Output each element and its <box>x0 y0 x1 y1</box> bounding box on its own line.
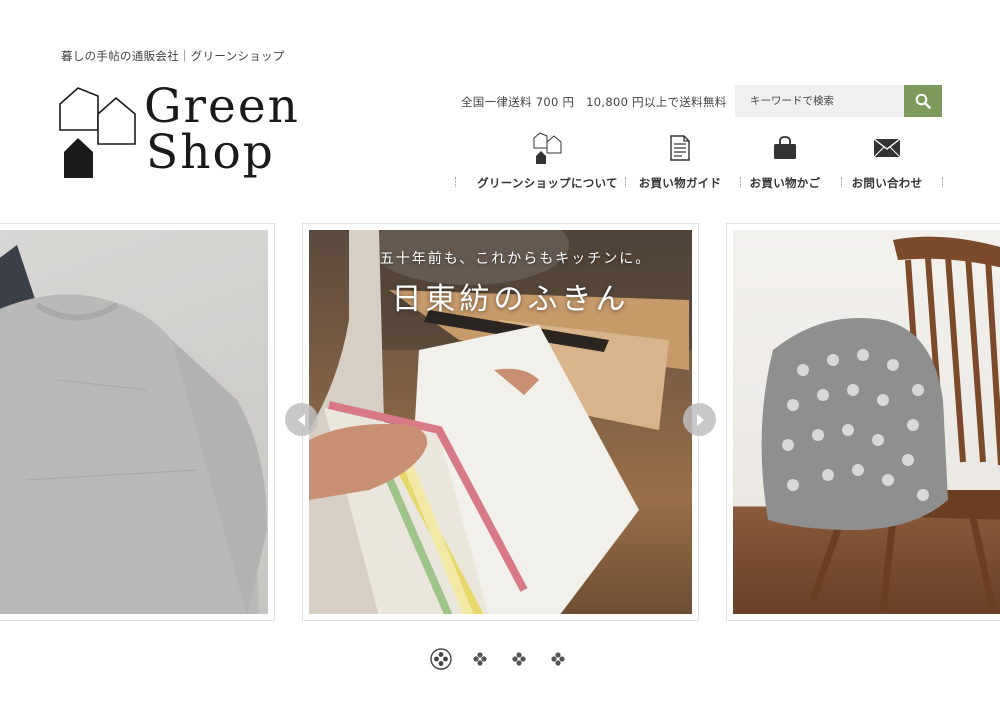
nav-separator <box>841 177 842 187</box>
search-icon <box>915 93 931 109</box>
shopping-bag-icon <box>773 130 797 166</box>
main-nav: グリーンショップについて お買い物ガイド お買い物かご お問い合わせ <box>455 130 945 195</box>
nav-label-guide: お買い物ガイド <box>638 176 722 190</box>
slide-image-sweater <box>0 230 268 614</box>
document-icon <box>669 130 691 166</box>
slide-prev[interactable] <box>0 223 275 621</box>
logo-wordmark: Green Shop <box>144 79 300 180</box>
slider-dot-2[interactable] <box>469 648 491 670</box>
chevron-right-icon <box>696 413 704 426</box>
logo-word-shop: Shop <box>146 125 275 180</box>
chevron-left-icon <box>297 413 305 426</box>
nav-separator <box>740 177 741 187</box>
nav-label-contact: お問い合わせ <box>851 176 923 190</box>
slider-next-button[interactable] <box>683 403 716 436</box>
nav-separator <box>625 177 626 187</box>
envelope-icon <box>873 130 901 166</box>
site-tagline: 暮しの手帖の通販会社｜グリーンショップ <box>61 49 285 63</box>
slide-image-kitchen-towels: 五十年前も、これからもキッチンに。 日東紡のふきん <box>309 230 692 614</box>
hero-slider: 五十年前も、これからもキッチンに。 日東紡のふきん <box>0 223 1000 621</box>
flower-icon <box>512 652 526 666</box>
houses-icon <box>533 130 563 166</box>
slider-prev-button[interactable] <box>285 403 318 436</box>
search-button[interactable] <box>904 85 942 117</box>
slide-caption-main: 日東紡のふきん <box>391 282 630 317</box>
flower-icon <box>551 652 565 666</box>
slider-pagination <box>430 648 580 670</box>
green-shop-logo[interactable]: Green Shop <box>58 79 308 194</box>
nav-item-cart[interactable]: お買い物かご <box>745 130 825 191</box>
nav-separator <box>455 177 456 187</box>
nav-item-guide[interactable]: お買い物ガイド <box>633 130 727 191</box>
slider-dot-4[interactable] <box>547 648 569 670</box>
search-input[interactable] <box>735 85 904 117</box>
logo-houses-icon <box>59 87 136 178</box>
nav-separator <box>942 177 943 187</box>
flower-icon <box>473 652 487 666</box>
search-bar <box>735 85 942 117</box>
slide-caption-sub: 五十年前も、これからもキッチンに。 <box>379 251 652 267</box>
slide-next[interactable] <box>726 223 1000 621</box>
flower-active-icon <box>430 648 452 670</box>
nav-item-contact[interactable]: お問い合わせ <box>847 130 927 191</box>
slider-dot-3[interactable] <box>508 648 530 670</box>
slide-image-blanket-chair <box>733 230 1000 614</box>
logo-word-green: Green <box>144 79 300 134</box>
nav-item-about[interactable]: グリーンショップについて <box>470 130 625 191</box>
slider-dot-1[interactable] <box>430 648 452 670</box>
nav-label-about: グリーンショップについて <box>477 176 618 190</box>
nav-label-cart: お買い物かご <box>749 176 821 190</box>
shipping-info: 全国一律送料 700 円 10,800 円以上で送料無料 <box>461 95 727 109</box>
slide-active[interactable]: 五十年前も、これからもキッチンに。 日東紡のふきん <box>302 223 699 621</box>
